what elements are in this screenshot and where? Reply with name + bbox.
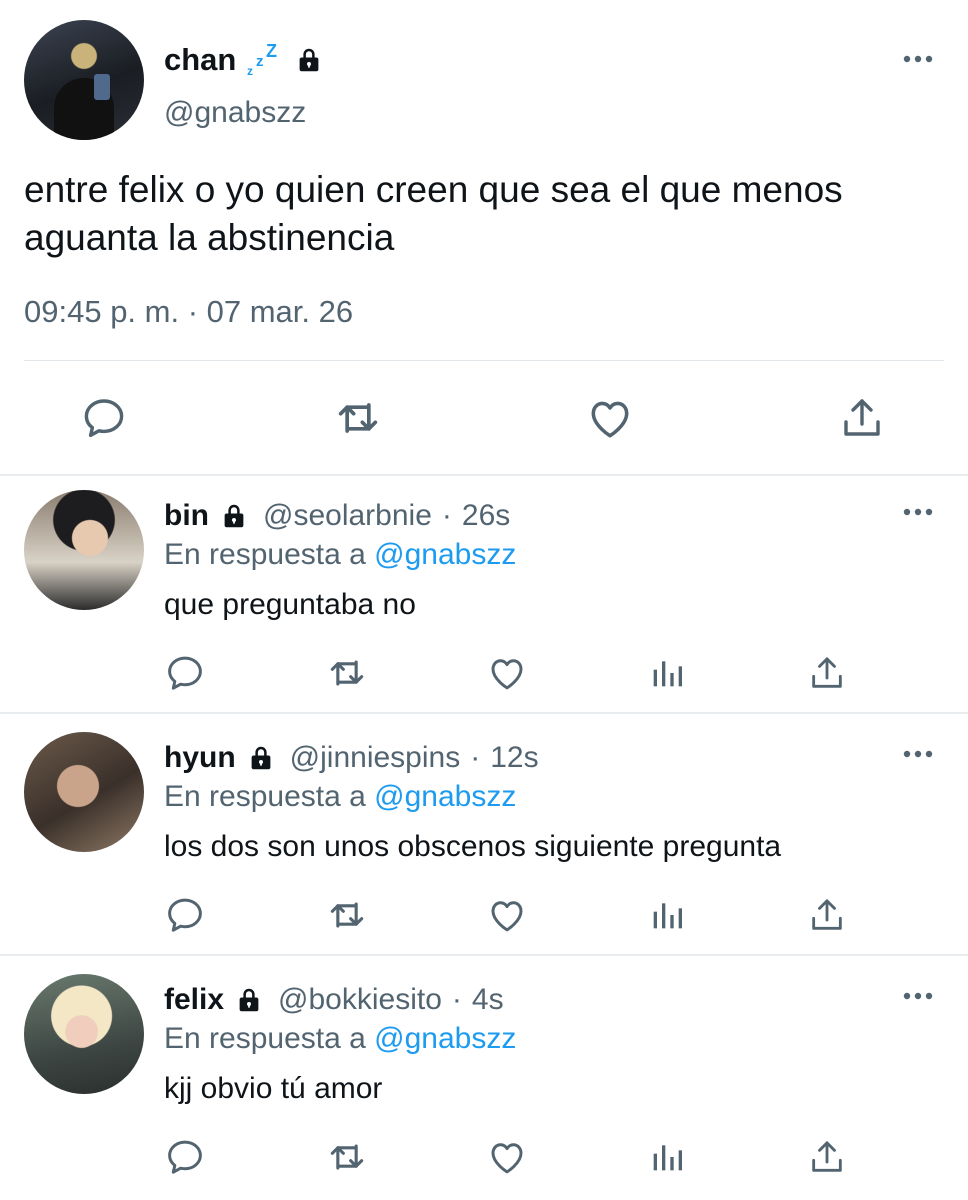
views-icon [647, 1137, 687, 1177]
heart-icon [585, 393, 635, 443]
tweet-timestamp[interactable]: 09:45 p. m. · 07 mar. 26 [24, 294, 353, 330]
reply-age[interactable]: 4s [472, 983, 504, 1017]
separator: · [441, 499, 452, 532]
lock-icon [234, 985, 264, 1015]
reply-to-label: En respuesta a [164, 1022, 366, 1055]
author-handle[interactable]: @bokkiesito [278, 983, 442, 1017]
reply-text: que preguntaba no [164, 588, 416, 621]
share-icon [807, 1137, 847, 1177]
reply-tweet[interactable]: bin @seolarbnie · 26s En respuesta a @gn… [0, 476, 968, 714]
more-icon[interactable] [902, 990, 934, 1002]
reply-text: kjj obvio tú amor [164, 1072, 383, 1105]
separator: · [470, 741, 481, 774]
author-handle[interactable]: @gnabszz [164, 96, 306, 130]
retweet-button[interactable] [328, 388, 388, 448]
avatar[interactable] [24, 490, 144, 610]
like-button[interactable] [580, 388, 640, 448]
retweet-button[interactable] [322, 648, 372, 698]
reply-to-label: En respuesta a [164, 538, 366, 571]
reply-to: En respuesta a @gnabszz [164, 780, 516, 814]
reply-icon [80, 394, 128, 442]
share-icon [838, 394, 886, 442]
views-icon [647, 653, 687, 693]
tweet-actions [0, 388, 968, 452]
lock-icon [246, 743, 276, 773]
reply-to: En respuesta a @gnabszz [164, 538, 516, 572]
tweet-text: entre felix o yo quien creen que sea el … [24, 169, 843, 258]
retweet-button[interactable] [322, 1132, 372, 1182]
divider [24, 360, 944, 361]
reply-header: felix @bokkiesito · 4s [164, 980, 504, 1020]
divider [0, 712, 968, 714]
reply-icon [164, 1136, 206, 1178]
author-name[interactable]: chan [164, 42, 236, 78]
views-icon [647, 895, 687, 935]
retweet-icon [332, 392, 384, 444]
heart-icon [486, 1136, 528, 1178]
heart-icon [486, 652, 528, 694]
author-name[interactable]: felix [164, 983, 224, 1017]
share-button[interactable] [802, 1132, 852, 1182]
views-button[interactable] [642, 890, 692, 940]
retweet-icon [325, 893, 369, 937]
reply-icon [164, 894, 206, 936]
svg-text:Z: Z [266, 42, 277, 61]
avatar[interactable] [24, 732, 144, 852]
avatar[interactable] [24, 20, 144, 140]
svg-text:z: z [256, 53, 264, 70]
mention-link[interactable]: @gnabszz [374, 780, 516, 813]
retweet-icon [325, 651, 369, 695]
share-button[interactable] [802, 648, 852, 698]
reply-to: En respuesta a @gnabszz [164, 1022, 516, 1056]
share-button[interactable] [802, 890, 852, 940]
share-icon [807, 653, 847, 693]
reply-header: hyun @jinniespins · 12s [164, 738, 539, 778]
more-icon[interactable] [902, 506, 934, 518]
reply-tweet[interactable]: felix @bokkiesito · 4s En respuesta a @g… [0, 960, 968, 1198]
avatar[interactable] [24, 974, 144, 1094]
retweet-button[interactable] [322, 890, 372, 940]
reply-text: los dos son unos obscenos siguiente preg… [164, 830, 782, 863]
lock-icon [219, 501, 249, 531]
reply-header: bin @seolarbnie · 26s [164, 496, 510, 536]
reply-tweet[interactable]: hyun @jinniespins · 12s En respuesta a @… [0, 718, 968, 956]
zzz-icon: z z Z [247, 42, 277, 78]
reply-actions [0, 890, 968, 946]
reply-age[interactable]: 12s [490, 741, 538, 775]
author-handle[interactable]: @jinniespins [290, 741, 461, 775]
author-row: chan z z Z [164, 38, 324, 82]
lock-icon [294, 44, 324, 76]
author-name[interactable]: hyun [164, 741, 236, 775]
mention-link[interactable]: @gnabszz [374, 538, 516, 571]
reply-button[interactable] [160, 1132, 210, 1182]
reply-actions [0, 648, 968, 704]
reply-button[interactable] [160, 648, 210, 698]
separator: · [451, 983, 462, 1016]
author-handle[interactable]: @seolarbnie [263, 499, 432, 533]
more-icon[interactable] [902, 748, 934, 760]
svg-text:z: z [247, 64, 253, 78]
reply-button[interactable] [74, 388, 134, 448]
like-button[interactable] [482, 1132, 532, 1182]
reply-age[interactable]: 26s [462, 499, 510, 533]
like-button[interactable] [482, 890, 532, 940]
heart-icon [486, 894, 528, 936]
divider [0, 954, 968, 956]
reply-actions [0, 1132, 968, 1188]
reply-button[interactable] [160, 890, 210, 940]
reply-icon [164, 652, 206, 694]
more-icon[interactable] [902, 53, 934, 65]
share-button[interactable] [832, 388, 892, 448]
main-tweet: chan z z Z @gnabszz entre felix o yo qui… [0, 0, 968, 474]
views-button[interactable] [642, 648, 692, 698]
share-icon [807, 895, 847, 935]
mention-link[interactable]: @gnabszz [374, 1022, 516, 1055]
like-button[interactable] [482, 648, 532, 698]
reply-to-label: En respuesta a [164, 780, 366, 813]
views-button[interactable] [642, 1132, 692, 1182]
author-name[interactable]: bin [164, 499, 209, 533]
retweet-icon [325, 1135, 369, 1179]
